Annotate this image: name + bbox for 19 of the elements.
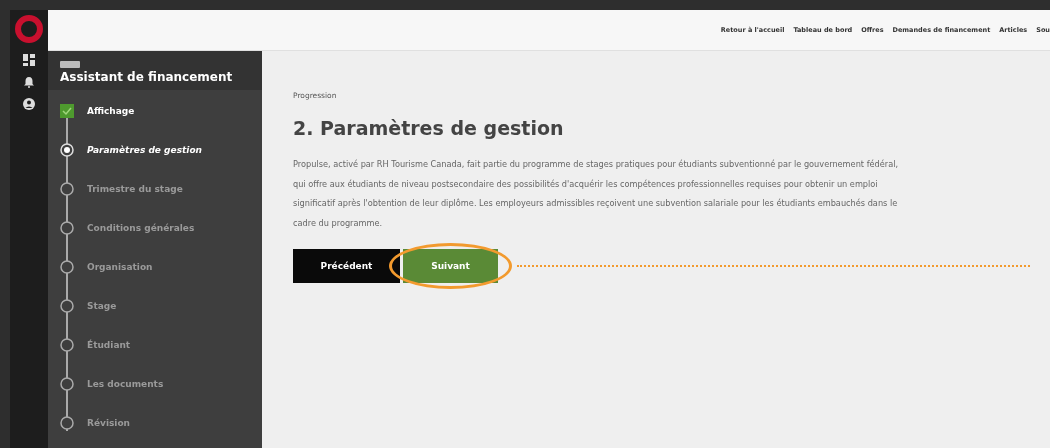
description-text: Propulse, activé par RH Tourisme Canada, fait partie du programme de stages pratiques pour étudiants subventionné par le gouvernement fédéral, qui offre aux étudiants de niveau postsecondaire des possibilités d'acquérir les compétences professionnelles requises pour obtenir un emploi significatif après l'obtention de leur diplôme. Les employeurs admissibles reçoivent une subvention salariale pour les étudiants embauchés dans le cadre du programme.: [293, 158, 900, 230]
step-label[interactable]: Organisation: [87, 261, 153, 272]
previous-button[interactable]: Précédent: [293, 249, 400, 283]
dashboard-icon[interactable]: [23, 54, 35, 66]
page-title: 2. Paramètres de gestion: [293, 117, 565, 139]
step-label[interactable]: Révision: [87, 417, 131, 428]
bell-icon[interactable]: [23, 76, 35, 88]
next-button[interactable]: Suivant: [403, 249, 498, 283]
step-label[interactable]: Conditions générales: [87, 222, 195, 233]
step-label[interactable]: Trimestre du stage: [87, 183, 183, 194]
step-label[interactable]: Paramètres de gestion: [87, 144, 202, 155]
logo-icon[interactable]: [14, 14, 44, 44]
step-label[interactable]: Étudiant: [87, 339, 131, 350]
tag-badge: [60, 61, 80, 68]
user-icon[interactable]: [23, 98, 35, 110]
step-label[interactable]: Les documents: [87, 378, 164, 389]
sidebar-title: Assistant de financement: [60, 70, 234, 84]
step-label[interactable]: Stage: [87, 300, 117, 311]
step-label[interactable]: Affichage: [87, 105, 135, 116]
